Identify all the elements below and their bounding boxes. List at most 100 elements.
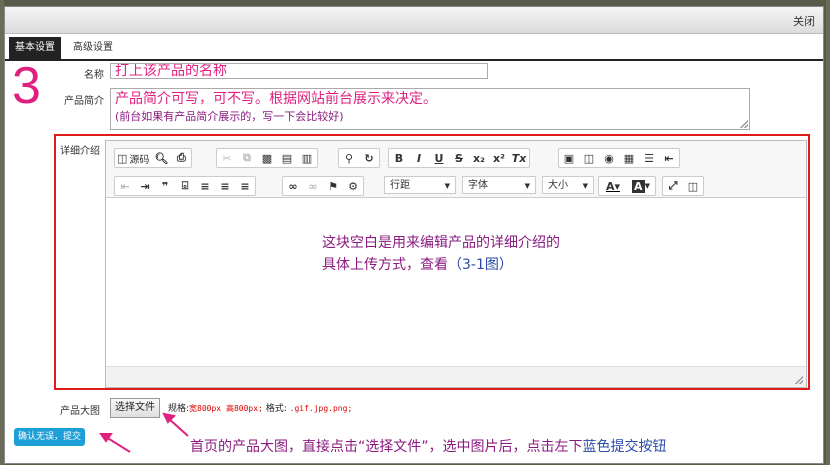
- summary-text-line1: 产品简介可写，可不写。根据网站前台展示来决定。: [115, 91, 437, 107]
- bottom-annotation: 首页的产品大图，直接点击“选择文件”，选中图片后，点击左下蓝色提交按钮: [190, 436, 667, 456]
- editor-content-area[interactable]: 这块空白是用来编辑产品的详细介绍的 具体上传方式，查看（3-1图）: [106, 198, 806, 366]
- format-value: .gif.jpg.png;: [289, 404, 353, 413]
- unlink-icon: ∞: [308, 179, 318, 193]
- line-height-value: 行距: [390, 180, 410, 191]
- tab-advanced-settings[interactable]: 高级设置: [67, 37, 119, 59]
- image-label: 产品大图: [60, 406, 100, 417]
- font-color-button[interactable]: A▾: [599, 177, 627, 195]
- flag-icon: ⚑: [328, 179, 338, 193]
- rich-text-editor: ◫ 源码 🔍︎ ⎙ ✂ ⧉ ▩ ▤ ▥ ⚲ ↻ B I U S x₂ x² Tx…: [105, 140, 807, 388]
- chevron-down-icon: ▼: [644, 182, 650, 190]
- font-size-value: 大小: [548, 180, 568, 191]
- underline-button[interactable]: U: [429, 149, 449, 167]
- table-button[interactable]: ▦: [619, 149, 639, 167]
- editor-statusbar: [106, 366, 806, 387]
- step-number-annotation: 3: [12, 57, 41, 115]
- editor-toolbar: ◫ 源码 🔍︎ ⎙ ✂ ⧉ ▩ ▤ ▥ ⚲ ↻ B I U S x₂ x² Tx…: [106, 141, 806, 198]
- toolbar-group-insert: ▣ ◫ ◉ ▦ ☰ ⇤: [558, 148, 680, 168]
- spec-size: 宽800px 高800px;: [189, 404, 263, 413]
- editor-content-note: 这块空白是用来编辑产品的详细介绍的 具体上传方式，查看（3-1图）: [322, 232, 560, 276]
- multi-image-button[interactable]: ◫: [579, 149, 599, 167]
- pagebreak-button[interactable]: ⇤: [659, 149, 679, 167]
- line-height-select[interactable]: 行距 ▼: [384, 176, 456, 194]
- image-spec: 规格:宽800px 高800px; 格式: .gif.jpg.png;: [168, 401, 352, 414]
- name-label: 名称: [84, 70, 104, 81]
- paste-text-button[interactable]: ▤: [277, 149, 297, 167]
- paste-button[interactable]: ▩: [257, 149, 277, 167]
- template-button[interactable]: ◫: [683, 177, 703, 195]
- link-button[interactable]: ∞: [283, 177, 303, 195]
- toolbar-group-format: B I U S x₂ x² Tx: [388, 148, 530, 168]
- image-button[interactable]: ▣: [559, 149, 579, 167]
- copy-button[interactable]: ⧉: [237, 149, 257, 167]
- font-size-select[interactable]: 大小 ▼: [542, 176, 594, 194]
- multi-image-icon: ◫: [583, 151, 595, 165]
- subscript-button[interactable]: x₂: [469, 149, 489, 167]
- code-button[interactable]: ⌻: [175, 177, 195, 195]
- paste-word-button[interactable]: ▥: [297, 149, 317, 167]
- textarea-resize-handle[interactable]: [740, 120, 748, 128]
- hr-button[interactable]: ☰: [639, 149, 659, 167]
- tab-basic-settings[interactable]: 基本设置: [9, 37, 61, 59]
- copy-icon: ⧉: [243, 151, 251, 164]
- cut-icon: ✂: [222, 151, 232, 165]
- map-button[interactable]: ⚙: [343, 177, 363, 195]
- flash-button[interactable]: ◉: [599, 149, 619, 167]
- code-icon: ⌻: [181, 179, 189, 192]
- bold-button[interactable]: B: [389, 149, 409, 167]
- summary-label: 产品简介: [64, 96, 104, 107]
- blockquote-button[interactable]: ❞: [155, 177, 175, 195]
- preview-icon: 🔍︎: [154, 151, 169, 165]
- bg-color-button[interactable]: A ▼: [627, 177, 655, 195]
- unlink-button[interactable]: ∞: [303, 177, 323, 195]
- italic-icon: I: [416, 151, 422, 165]
- choose-file-button[interactable]: 选择文件: [110, 398, 160, 418]
- font-family-select[interactable]: 字体 ▼: [462, 176, 536, 194]
- source-icon: ◫: [117, 151, 128, 165]
- replace-button[interactable]: ↻: [359, 149, 379, 167]
- content-note-figure-ref: （3-1图）: [448, 257, 513, 273]
- product-name-input[interactable]: 打上该产品的名称: [110, 63, 488, 79]
- bg-color-icon: A: [632, 179, 645, 193]
- close-button[interactable]: 关闭: [793, 13, 815, 29]
- strike-icon: S: [455, 151, 463, 165]
- align-right-icon: ≡: [240, 179, 250, 193]
- globe-icon: ⚙: [348, 179, 358, 193]
- editor-resize-handle[interactable]: [795, 376, 803, 384]
- spec-prefix: 规格:: [168, 404, 190, 414]
- product-summary-textarea[interactable]: 产品简介可写，可不写。根据网站前台展示来决定。 (前台如果有产品简介展示的，写一…: [110, 88, 750, 130]
- align-right-button[interactable]: ≡: [235, 177, 255, 195]
- summary-text-line2: (前台如果有产品简介展示的，写一下会比较好): [115, 110, 344, 123]
- underline-icon: U: [434, 151, 444, 165]
- dialog-titlebar: 关闭: [5, 7, 823, 34]
- toolbar-group-colors: A▾ A ▼: [598, 176, 656, 196]
- replace-icon: ↻: [364, 151, 374, 165]
- align-left-icon: ≡: [200, 179, 210, 193]
- outdent-button[interactable]: ⇤: [115, 177, 135, 195]
- find-icon: ⚲: [344, 151, 354, 165]
- indent-button[interactable]: ⇥: [135, 177, 155, 195]
- anchor-button[interactable]: ⚑: [323, 177, 343, 195]
- font-color-icon: A▾: [605, 179, 621, 193]
- italic-button[interactable]: I: [409, 149, 429, 167]
- content-note-prefix: 具体上传方式，查看: [322, 257, 448, 273]
- source-label: 源码: [129, 154, 150, 166]
- outdent-icon: ⇤: [120, 179, 130, 193]
- source-button[interactable]: ◫ 源码: [115, 149, 151, 167]
- clear-format-button[interactable]: Tx: [509, 149, 529, 167]
- superscript-button[interactable]: x²: [489, 149, 509, 167]
- bottom-annotation-text: 首页的产品大图，直接点击“选择文件”，选中图片后，点击左下: [190, 439, 583, 455]
- toolbar-group-clipboard: ✂ ⧉ ▩ ▤ ▥: [216, 148, 318, 168]
- fullscreen-button[interactable]: ⤢: [663, 177, 683, 195]
- find-button[interactable]: ⚲: [339, 149, 359, 167]
- align-left-button[interactable]: ≡: [195, 177, 215, 195]
- tab-bar: 基本设置 高级设置: [5, 37, 823, 61]
- content-note-line1: 这块空白是用来编辑产品的详细介绍的: [322, 235, 560, 251]
- align-center-button[interactable]: ≡: [215, 177, 235, 195]
- submit-button[interactable]: 确认无误，提交: [14, 428, 86, 446]
- clear-format-icon: Tx: [511, 151, 527, 165]
- cut-button[interactable]: ✂: [217, 149, 237, 167]
- preview-button[interactable]: 🔍︎: [151, 149, 171, 167]
- strike-button[interactable]: S: [449, 149, 469, 167]
- print-button[interactable]: ⎙: [171, 149, 191, 167]
